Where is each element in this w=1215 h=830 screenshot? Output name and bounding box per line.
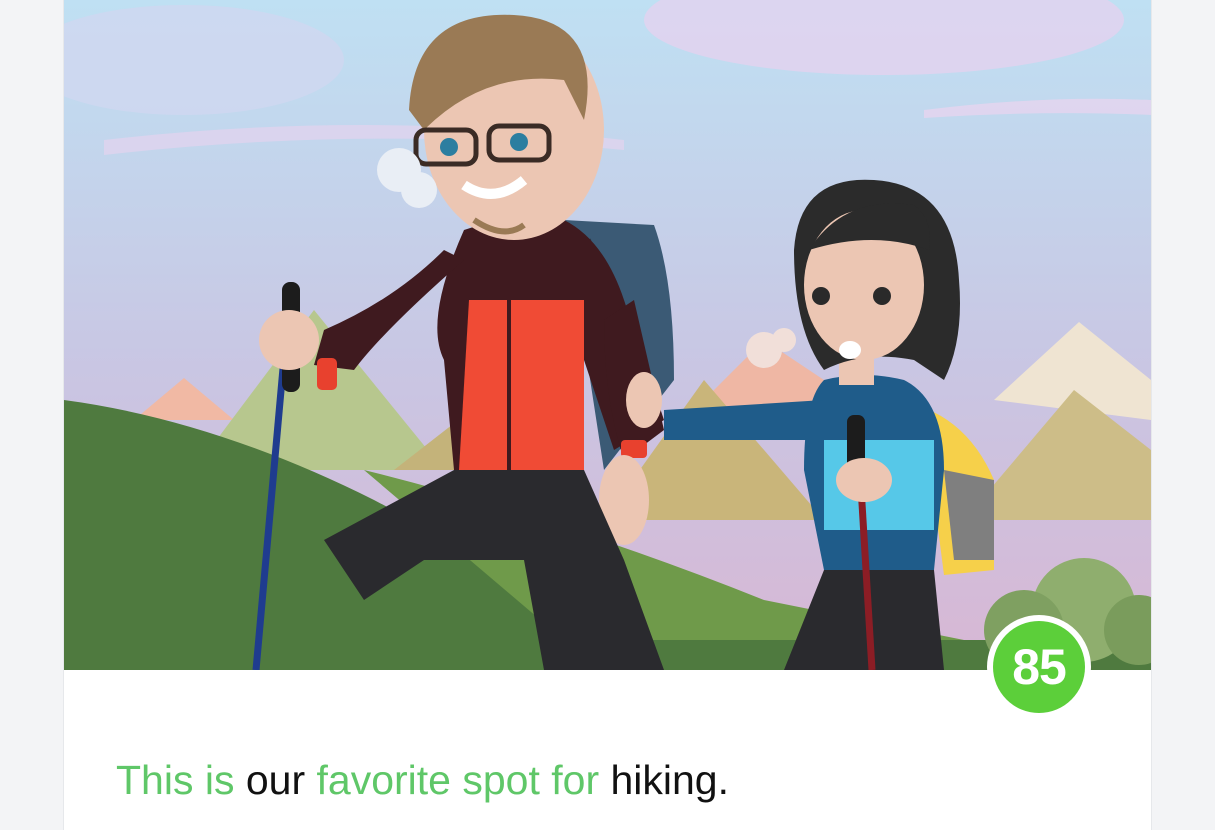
post-card: 85 This is our favorite spot for hiking. — [64, 0, 1151, 830]
caption-part: This is — [116, 757, 235, 803]
caption-part: hiking. — [599, 757, 730, 803]
caption-part: our — [234, 757, 317, 803]
caption-part: favorite spot for — [316, 757, 600, 803]
post-caption: This is our favorite spot for hiking. — [116, 752, 729, 808]
hikers-illustration — [64, 0, 1151, 670]
score-value: 85 — [993, 621, 1085, 713]
score-badge: 85 — [987, 615, 1091, 719]
